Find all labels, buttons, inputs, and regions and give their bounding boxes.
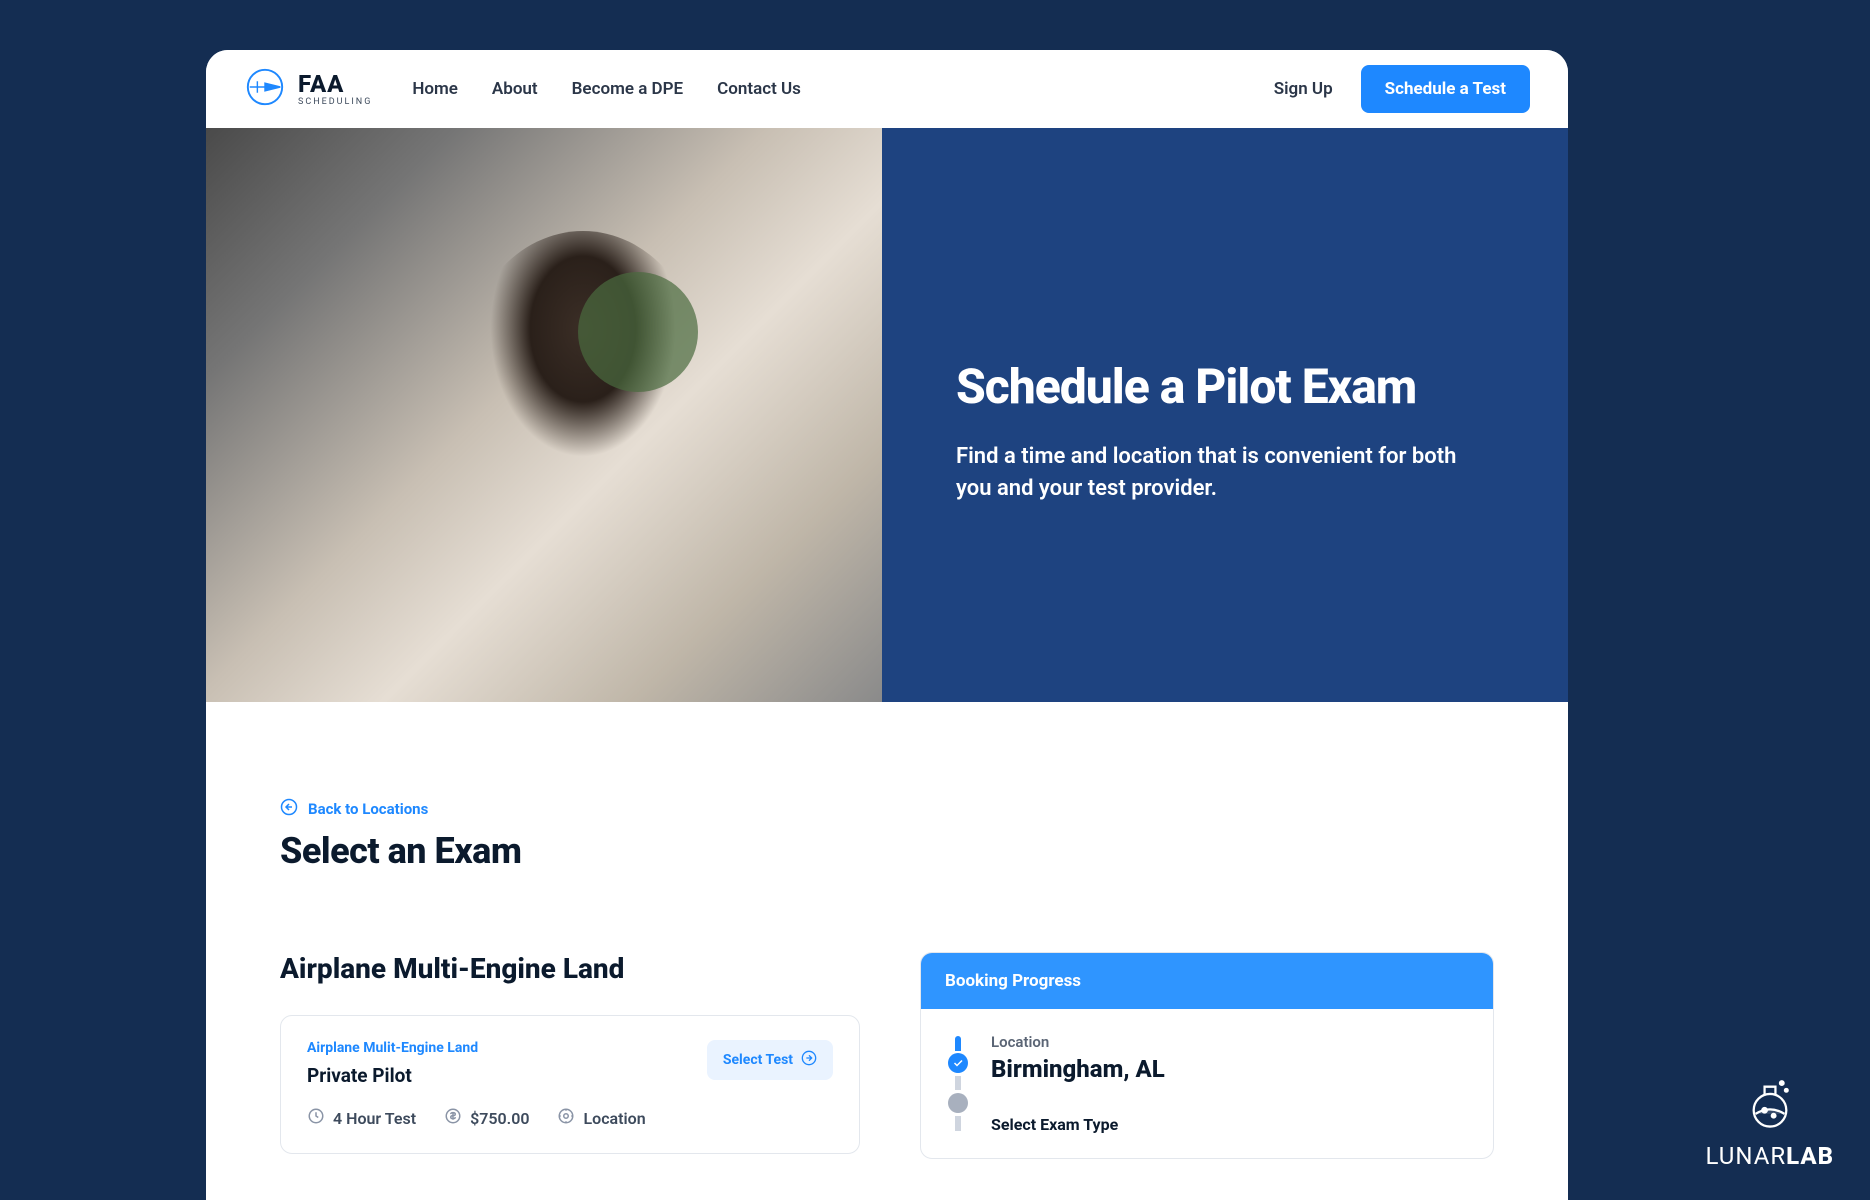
step-location-value: Birmingham, AL <box>991 1055 1467 1083</box>
hero-image <box>206 128 882 702</box>
exam-category-heading: Airplane Multi-Engine Land <box>280 952 860 985</box>
booking-progress-panel: Booking Progress <box>920 952 1494 1159</box>
exam-card-name: Private Pilot <box>307 1064 478 1087</box>
brand-name: FAA <box>298 72 372 96</box>
nav-contact[interactable]: Contact Us <box>717 79 801 99</box>
schedule-test-button[interactable]: Schedule a Test <box>1361 65 1530 113</box>
exam-card: Airplane Mulit-Engine Land Private Pilot… <box>280 1015 860 1154</box>
app-window: FAA SCHEDULING Home About Become a DPE C… <box>206 50 1568 1200</box>
airplane-logo-icon <box>244 66 286 112</box>
select-test-label: Select Test <box>723 1052 793 1068</box>
nav-home[interactable]: Home <box>412 79 458 99</box>
step-exam-type-label: Select Exam Type <box>991 1113 1467 1134</box>
booking-progress-title: Booking Progress <box>921 953 1493 1009</box>
clock-icon <box>307 1107 325 1129</box>
signup-link[interactable]: Sign Up <box>1274 79 1333 99</box>
nav-about[interactable]: About <box>492 79 538 99</box>
hero-content: Schedule a Pilot Exam Find a time and lo… <box>882 128 1568 702</box>
dollar-icon <box>444 1107 462 1129</box>
hero-title: Schedule a Pilot Exam <box>956 358 1508 415</box>
progress-steps: Location Birmingham, AL Select Exam Type <box>947 1033 1467 1134</box>
arrow-left-circle-icon <box>280 798 298 820</box>
check-circle-icon <box>948 1053 968 1073</box>
step-location: Location Birmingham, AL <box>991 1033 1467 1083</box>
exam-duration: 4 Hour Test <box>307 1107 416 1129</box>
top-nav: FAA SCHEDULING Home About Become a DPE C… <box>206 50 1568 128</box>
back-link-label: Back to Locations <box>308 800 428 818</box>
nav-become-dpe[interactable]: Become a DPE <box>572 79 684 99</box>
exam-price: $750.00 <box>444 1107 529 1129</box>
step-pending-icon <box>948 1093 968 1113</box>
exam-card-category: Airplane Mulit-Engine Land <box>307 1040 478 1056</box>
main-content: Back to Locations Select an Exam Airplan… <box>206 702 1568 1159</box>
page-title: Select an Exam <box>280 830 1494 872</box>
back-to-locations-link[interactable]: Back to Locations <box>280 798 428 820</box>
nav-links: Home About Become a DPE Contact Us <box>412 79 801 99</box>
hero-subtitle: Find a time and location that is conveni… <box>956 441 1476 505</box>
exam-location: Location <box>557 1107 645 1129</box>
lunarlab-watermark: LUNARLAB <box>1706 1074 1835 1170</box>
flask-icon <box>1741 1123 1799 1142</box>
step-location-label: Location <box>991 1033 1467 1051</box>
select-test-button[interactable]: Select Test <box>707 1040 833 1080</box>
exam-list: Airplane Multi-Engine Land Airplane Muli… <box>280 952 860 1159</box>
brand-subtitle: SCHEDULING <box>298 98 372 107</box>
brand-logo[interactable]: FAA SCHEDULING <box>244 66 372 112</box>
hero: Schedule a Pilot Exam Find a time and lo… <box>206 128 1568 702</box>
location-icon <box>557 1107 575 1129</box>
arrow-right-circle-icon <box>801 1050 817 1070</box>
